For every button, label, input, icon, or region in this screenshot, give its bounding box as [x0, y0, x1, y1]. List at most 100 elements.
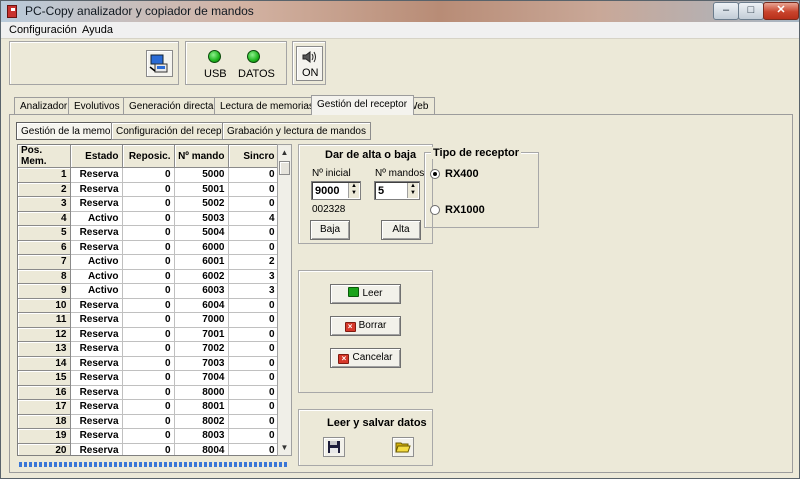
cell-n-mando[interactable]: 8002: [174, 414, 229, 429]
tab-lectura-memorias[interactable]: Lectura de memorias: [214, 97, 321, 115]
cell-sincro[interactable]: 0: [228, 312, 279, 328]
cell-n-mando[interactable]: 5002: [174, 196, 229, 212]
cell-reposic[interactable]: 0: [122, 414, 175, 429]
cell-n-mando[interactable]: 7000: [174, 312, 229, 328]
cell-n-mando[interactable]: 8000: [174, 385, 229, 400]
sound-toggle-button[interactable]: ON: [296, 46, 323, 81]
alta-button[interactable]: Alta: [381, 220, 421, 240]
header-reposic[interactable]: Reposic.: [122, 145, 175, 168]
radio-rx1000[interactable]: [430, 205, 440, 215]
cell-estado[interactable]: Reserva: [69, 356, 123, 371]
cell-n-mando[interactable]: 8003: [174, 428, 229, 444]
cell-sincro[interactable]: 0: [228, 298, 279, 313]
cell-sincro[interactable]: 0: [228, 356, 279, 371]
cell-reposic[interactable]: 0: [122, 312, 175, 328]
cell-sincro[interactable]: 0: [228, 327, 279, 342]
cell-sincro[interactable]: 0: [228, 225, 279, 241]
minimize-button[interactable]: –: [713, 2, 739, 20]
cell-n-mando[interactable]: 6003: [174, 283, 229, 299]
rx1000-label[interactable]: RX1000: [445, 204, 485, 216]
cell-n-mando[interactable]: 7003: [174, 356, 229, 371]
table-row[interactable]: 16 Reserva 0 8000 0: [18, 385, 279, 400]
cell-estado[interactable]: Reserva: [69, 196, 123, 212]
rx400-label[interactable]: RX400: [445, 168, 479, 180]
cell-estado[interactable]: Activo: [69, 283, 123, 299]
cell-sincro[interactable]: 0: [228, 443, 279, 455]
cell-estado[interactable]: Reserva: [69, 414, 123, 429]
cell-reposic[interactable]: 0: [122, 385, 175, 400]
cell-sincro[interactable]: 2: [228, 254, 279, 270]
cell-reposic[interactable]: 0: [122, 167, 175, 183]
table-row[interactable]: 9 Activo 0 6003 3: [18, 283, 279, 299]
tab-analizador[interactable]: Analizador: [14, 97, 75, 115]
cell-pos[interactable]: 13: [18, 341, 71, 357]
header-sincro[interactable]: Sincro: [228, 145, 279, 168]
tab-gestion-receptor[interactable]: Gestión del receptor: [311, 95, 415, 115]
cell-reposic[interactable]: 0: [122, 341, 175, 357]
header-estado[interactable]: Estado: [70, 145, 123, 168]
cell-n-mando[interactable]: 5001: [174, 182, 229, 197]
leer-button[interactable]: Leer: [330, 284, 401, 304]
cell-n-mando[interactable]: 6001: [174, 254, 229, 270]
table-row[interactable]: 18 Reserva 0 8002 0: [18, 414, 279, 429]
cell-reposic[interactable]: 0: [122, 327, 175, 342]
cell-n-mando[interactable]: 8004: [174, 443, 229, 455]
table-row[interactable]: 17 Reserva 0 8001 0: [18, 399, 279, 415]
cell-estado[interactable]: Reserva: [69, 370, 123, 386]
cell-sincro[interactable]: 0: [228, 370, 279, 386]
cell-estado[interactable]: Reserva: [69, 428, 123, 444]
cell-estado[interactable]: Reserva: [69, 240, 123, 255]
table-row[interactable]: 4 Activo 0 5003 4: [18, 211, 279, 226]
borrar-button[interactable]: × Borrar: [330, 316, 401, 336]
table-row[interactable]: 11 Reserva 0 7000 0: [18, 312, 279, 328]
cell-pos[interactable]: 6: [18, 240, 71, 255]
cell-estado[interactable]: Reserva: [69, 399, 123, 415]
cell-reposic[interactable]: 0: [122, 225, 175, 241]
cell-n-mando[interactable]: 5000: [174, 167, 229, 183]
menu-ayuda[interactable]: Ayuda: [82, 24, 113, 36]
table-row[interactable]: 13 Reserva 0 7002 0: [18, 341, 279, 357]
cell-reposic[interactable]: 0: [122, 182, 175, 197]
cell-estado[interactable]: Activo: [69, 211, 123, 226]
cell-pos[interactable]: 3: [18, 196, 71, 212]
save-button[interactable]: [323, 437, 345, 457]
cell-sincro[interactable]: 3: [228, 269, 279, 284]
mandos-spinner[interactable]: 5 ▲ ▼: [374, 181, 420, 200]
cell-reposic[interactable]: 0: [122, 356, 175, 371]
cell-sincro[interactable]: 4: [228, 211, 279, 226]
radio-rx400[interactable]: [430, 169, 440, 179]
cell-pos[interactable]: 18: [18, 414, 71, 429]
tab-evolutivos[interactable]: Evolutivos: [68, 97, 127, 115]
cell-n-mando[interactable]: 5003: [174, 211, 229, 226]
cell-estado[interactable]: Activo: [69, 269, 123, 284]
baja-button[interactable]: Baja: [310, 220, 350, 240]
cell-estado[interactable]: Reserva: [69, 298, 123, 313]
cell-pos[interactable]: 10: [18, 298, 71, 313]
maximize-button[interactable]: □: [738, 2, 764, 20]
cell-pos[interactable]: 19: [18, 428, 71, 444]
table-row[interactable]: 1 Reserva 0 5000 0: [18, 167, 279, 183]
cell-n-mando[interactable]: 7004: [174, 370, 229, 386]
cell-sincro[interactable]: 0: [228, 428, 279, 444]
cell-n-mando[interactable]: 7001: [174, 327, 229, 342]
cell-pos[interactable]: 4: [18, 211, 71, 226]
cell-n-mando[interactable]: 8001: [174, 399, 229, 415]
cell-sincro[interactable]: 0: [228, 196, 279, 212]
subtab-configuracion-receptor[interactable]: Configuración del receptor: [111, 122, 239, 140]
cell-pos[interactable]: 5: [18, 225, 71, 241]
cell-pos[interactable]: 15: [18, 370, 71, 386]
cell-pos[interactable]: 7: [18, 254, 71, 270]
cell-sincro[interactable]: 3: [228, 283, 279, 299]
table-row[interactable]: 14 Reserva 0 7003 0: [18, 356, 279, 371]
cell-pos[interactable]: 16: [18, 385, 71, 400]
memory-grid[interactable]: Pos. Mem. Estado Reposic. Nº mando Sincr…: [17, 144, 292, 456]
close-button[interactable]: ✕: [763, 2, 799, 20]
table-row[interactable]: 8 Activo 0 6002 3: [18, 269, 279, 284]
cell-n-mando[interactable]: 7002: [174, 341, 229, 357]
cell-sincro[interactable]: 0: [228, 414, 279, 429]
cell-reposic[interactable]: 0: [122, 269, 175, 284]
cell-sincro[interactable]: 0: [228, 182, 279, 197]
cell-n-mando[interactable]: 6000: [174, 240, 229, 255]
cell-pos[interactable]: 1: [18, 167, 71, 183]
open-folder-button[interactable]: [392, 437, 414, 457]
